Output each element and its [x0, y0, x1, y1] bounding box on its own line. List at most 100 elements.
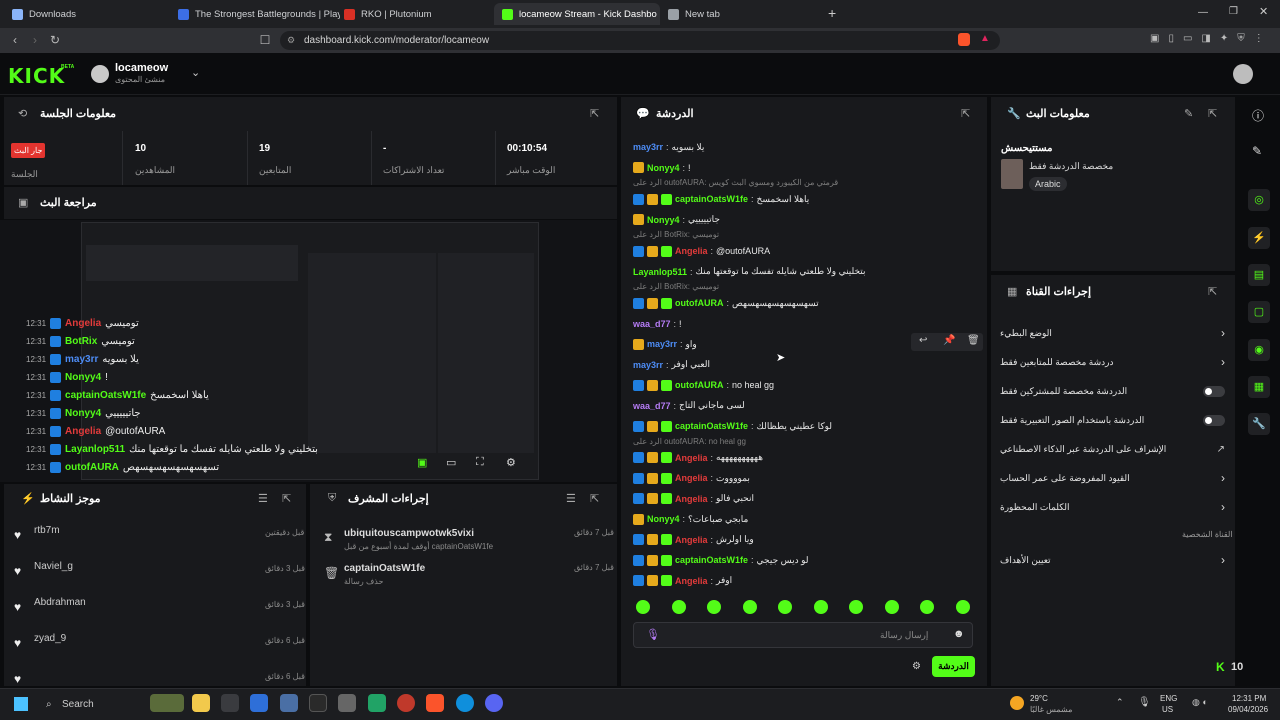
emote-icon[interactable] — [884, 600, 899, 614]
session-refresh-icon[interactable]: ⟲ — [18, 107, 27, 120]
windows-start-icon[interactable] — [14, 697, 28, 711]
toggle-switch[interactable] — [1203, 414, 1225, 426]
chat-username[interactable]: Layanlop511 — [633, 267, 687, 277]
browser-tab[interactable]: Downloads — [4, 3, 174, 25]
taskbar-search-label[interactable]: Search — [62, 699, 94, 710]
chat-message[interactable]: Angelia: اوفر — [633, 571, 978, 591]
delete-icon[interactable]: 🗑 — [967, 335, 980, 346]
chat-message[interactable]: Angelia: ويا اولرش — [633, 530, 978, 550]
chat-message[interactable]: may3rr: يلا بسويه — [633, 137, 978, 157]
chat-username[interactable]: waa_d77 — [633, 401, 671, 411]
emote-icon[interactable] — [849, 600, 863, 614]
toggle-switch[interactable] — [1203, 385, 1225, 397]
info-icon[interactable]: ⓘ — [1252, 107, 1264, 124]
chat-username[interactable]: waa_d77 — [633, 319, 671, 329]
chat-username[interactable]: outofAURA — [675, 380, 724, 390]
tray-chevron-icon[interactable]: ⌃ — [1116, 697, 1124, 708]
brave-rewards-icon[interactable]: ▲ — [980, 33, 990, 44]
weather-sun-icon[interactable] — [1010, 696, 1024, 710]
chat-message[interactable]: captainOatsW1fe: ياهلا اسخمسخ — [633, 189, 978, 209]
chat-username[interactable]: may3rr — [633, 360, 663, 370]
popout-icon[interactable]: ⇱ — [1208, 285, 1217, 298]
taskbar-search-icon[interactable]: ⌕ — [46, 699, 52, 710]
clock-time[interactable]: 12:31 PM — [1232, 694, 1266, 703]
emote-icon[interactable] — [920, 600, 934, 614]
mod-action-user[interactable]: ubiquitouscampwotwk5vixi — [344, 528, 474, 539]
filter-icon[interactable]: ☰ — [258, 492, 268, 505]
preview-layout-icon[interactable]: ▣ — [417, 456, 427, 469]
channel-action-row[interactable]: الوضع البطيء › — [1000, 323, 1225, 343]
filter-icon[interactable]: ☰ — [566, 492, 576, 505]
input-lang[interactable]: ENG — [1160, 694, 1177, 703]
activity-follower-name[interactable]: Naviel_g — [34, 561, 73, 572]
popout-icon[interactable]: ⇱ — [282, 492, 291, 505]
popout-icon[interactable]: ⇱ — [961, 107, 970, 120]
edit-pencil-icon[interactable]: ✎ — [1184, 107, 1193, 120]
browser-tab[interactable]: RKO | Plutonium — [336, 3, 494, 25]
terminal-icon[interactable] — [309, 694, 327, 712]
minimize-icon[interactable]: — — [1198, 7, 1208, 18]
discord-icon[interactable] — [485, 694, 503, 712]
chat-settings-icon[interactable]: ⚙ — [912, 661, 921, 672]
brave-browser-icon[interactable] — [426, 694, 444, 712]
edit-icon[interactable]: ✎ — [1252, 144, 1262, 158]
stream-preview-video[interactable]: 12:31 Angelia توميسي 12:31 BotRix توميسي 12:31… — [0, 220, 617, 482]
back-icon[interactable]: ‹ — [6, 31, 24, 49]
chat-username[interactable]: Nonyy4 — [647, 163, 680, 173]
channel-action-row[interactable]: الإشراف على الدردشة عبر الذكاء الاصطناعي… — [1000, 439, 1225, 459]
activity-follower-name[interactable]: Abdrahman — [34, 597, 86, 608]
chat-username[interactable]: Angelia — [675, 494, 708, 504]
popout-icon[interactable]: ⇱ — [1208, 107, 1217, 120]
forward-icon[interactable]: › — [26, 31, 44, 49]
activity-follower-name[interactable]: rtb7m — [34, 525, 60, 536]
browser-extensions-icon[interactable]: ▣▯▭◨✦⛨⋮ — [1150, 33, 1273, 44]
channel-action-row[interactable]: الدردشة باستخدام الصور التعبيرية فقط — [1000, 410, 1225, 430]
channel-action-row[interactable]: الكلمات المحظورة › — [1000, 497, 1225, 517]
chat-message[interactable]: outofAURA: تسهسهسهسهسهسهص — [633, 293, 978, 313]
kick-logo[interactable]: KICK — [8, 64, 65, 88]
settings-gear-icon[interactable]: ⚙ — [506, 456, 516, 469]
popout-icon[interactable]: ⇱ — [590, 107, 599, 120]
bookmark-icon[interactable]: ☐ — [256, 31, 274, 49]
rail-chat-icon[interactable]: ▢ — [1248, 301, 1270, 323]
chat-username[interactable]: Angelia — [675, 453, 708, 463]
chat-message[interactable]: outofAURA: no heal gg — [633, 375, 978, 395]
activity-follower-name[interactable]: zyad_9 — [34, 633, 66, 644]
chat-username[interactable]: captainOatsW1fe — [675, 555, 748, 565]
reply-icon[interactable]: ↩ — [919, 335, 927, 346]
new-tab-button[interactable]: + — [828, 5, 836, 21]
widget-thumbnail[interactable] — [150, 694, 184, 712]
chat-message[interactable]: Layanlop511: بتخليني ولا طلعتي شايله تفسك… — [633, 262, 978, 282]
chat-message[interactable]: Angelia: ههههههههههه — [633, 448, 978, 468]
emote-icon[interactable] — [813, 600, 828, 614]
chat-message[interactable]: Nonyy4: مابجي صباعات؟ — [633, 509, 978, 529]
input-region[interactable]: US — [1162, 705, 1173, 714]
chat-username[interactable]: captainOatsW1fe — [675, 421, 748, 431]
emote-icon[interactable] — [707, 600, 721, 614]
pin-icon[interactable]: 📌 — [943, 335, 955, 346]
channel-action-row[interactable]: القيود المفروضة على عمر الحساب › — [1000, 468, 1225, 488]
tray-mic-icon[interactable]: 🎙 — [1138, 697, 1151, 708]
chat-message[interactable]: waa_d77: لسى ماجاني التاج — [633, 396, 978, 416]
emote-icon[interactable] — [778, 600, 792, 614]
chat-message[interactable]: may3rr: العبي اوفر — [633, 355, 978, 375]
chat-message[interactable]: Nonyy4: جاتيييييي — [633, 210, 978, 230]
chat-username[interactable]: Angelia — [675, 246, 708, 256]
browser-tab[interactable]: New tab — [660, 3, 828, 25]
external-link-icon[interactable]: ↗ — [1217, 444, 1225, 455]
channel-action-row[interactable]: الدردشة مخصصة للمشتركين فقط — [1000, 381, 1225, 401]
channel-name[interactable]: locameow — [115, 62, 168, 74]
stream-category[interactable]: مخصصة الدردشة فقط — [1029, 161, 1113, 172]
excel-icon[interactable] — [368, 694, 386, 712]
channel-avatar[interactable] — [91, 65, 109, 83]
channel-switch-chevron-icon[interactable]: ⌄ — [191, 66, 200, 79]
chat-username[interactable]: outofAURA — [675, 298, 724, 308]
chat-message[interactable]: waa_d77:! — [633, 314, 978, 334]
rail-broadcast-icon[interactable]: ◉ — [1248, 339, 1270, 361]
emoji-picker-icon[interactable]: ☻ — [953, 628, 965, 640]
chat-message[interactable]: Nonyy4:! — [633, 158, 978, 178]
rail-wrench-icon[interactable]: 🔧 — [1248, 413, 1270, 435]
rail-bolt-icon[interactable]: ⚡ — [1248, 227, 1270, 249]
channel-action-row[interactable]: دردشة مخصصة للمتابعين فقط › — [1000, 352, 1225, 372]
chat-username[interactable]: Nonyy4 — [647, 215, 680, 225]
